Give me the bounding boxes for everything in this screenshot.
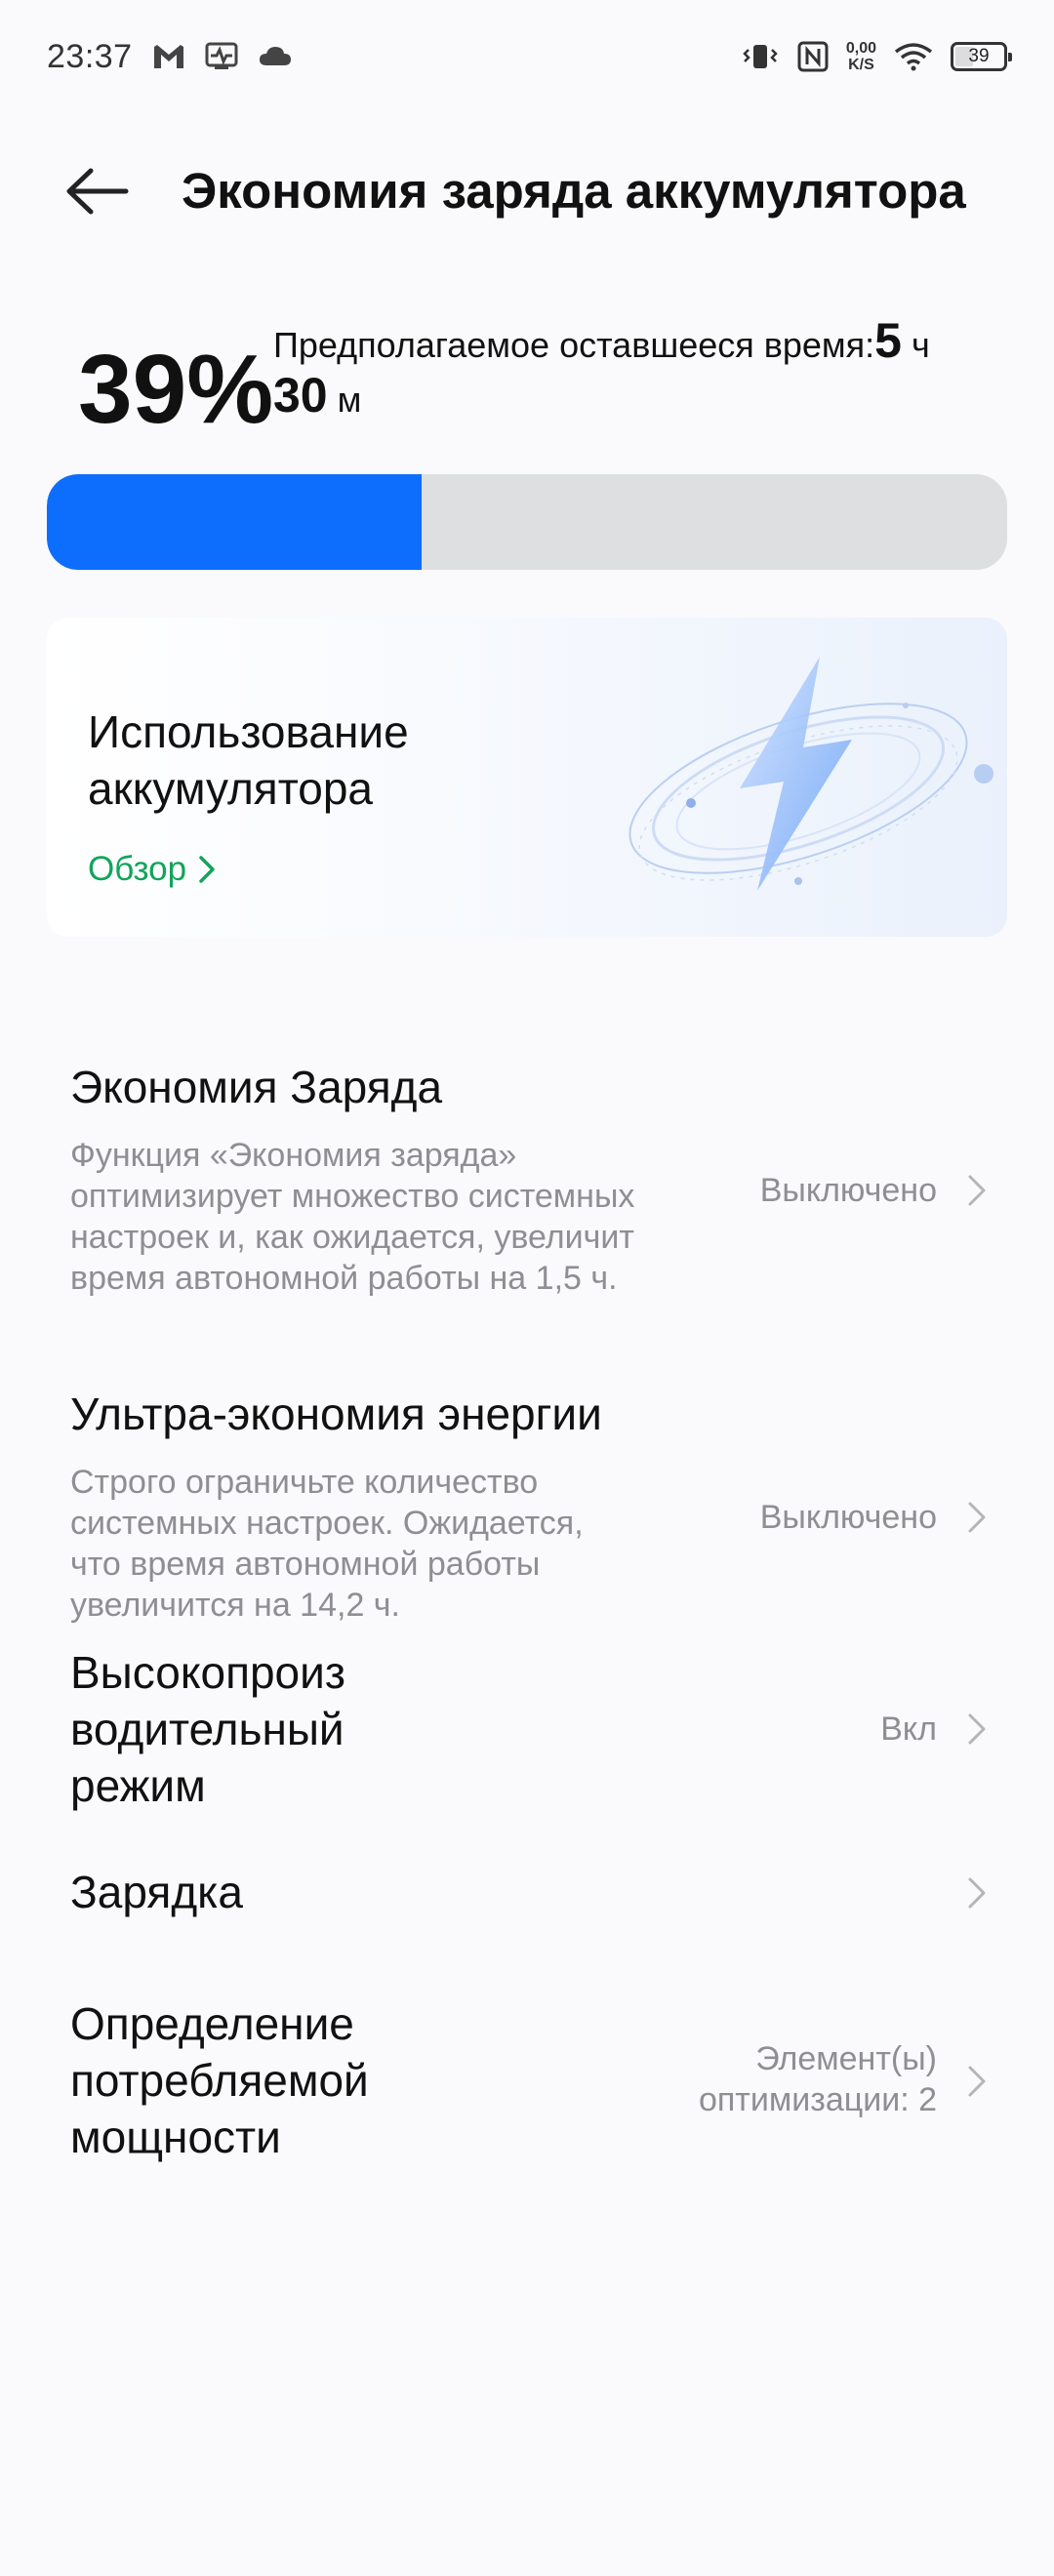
desc-line: настроек и, как ожидается, увеличит [70,1219,634,1256]
chevron-right-icon [964,1498,990,1537]
net-speed: 0,00 K/S [846,40,876,73]
chevron-right-icon [964,1873,990,1912]
lightning-bolt-icon [628,657,993,891]
title-line: режим [70,1760,206,1811]
battery-status-level: 39 [968,46,990,66]
setting-high-performance-mode[interactable]: Высокопроиз водительный режим Вкл [0,1644,1054,1830]
overview-link[interactable]: Обзор [88,850,216,889]
title-line: Определение [70,1998,354,2049]
title-line: потребляемой [70,2055,369,2106]
battery-level-fill [47,474,422,570]
status-bar-right: 0,00 K/S 39 [741,40,1012,73]
overview-link-label: Обзор [88,850,187,888]
value-line: оптимизации: 2 [698,2081,937,2118]
back-button[interactable] [59,160,137,222]
net-speed-value: 0,00 [845,40,876,57]
chevron-right-icon [964,2062,990,2101]
battery-saver-screen: 23:37 0,00 K/S 39 Экономия заряда аккуму… [0,0,1054,2576]
nfc-icon [797,41,829,72]
remaining-time-line1: Предполагаемое оставшееся время:5 ч [273,312,930,374]
chevron-right-icon [964,1710,990,1749]
setting-description: Функция «Экономия заряда» оптимизирует м… [70,1135,634,1299]
remaining-minutes: 30 [273,368,328,423]
status-time: 23:37 [47,37,133,75]
value-line: Элемент(ы) [755,2040,937,2077]
setting-value: Элемент(ы) оптимизации: 2 [699,2038,937,2120]
remaining-hours: 5 [874,313,902,368]
usage-card-title: Использование аккумулятора [88,704,498,817]
desc-line: оптимизирует множество системных [70,1178,635,1215]
desc-line: системных настроек. Ожидается, [70,1505,584,1542]
health-icon [205,42,238,71]
gmail-icon [152,43,185,70]
setting-ultra-power-saving[interactable]: Ультра-экономия энергии Строго ограничьт… [0,1356,1054,1649]
usage-title-line1: Использование [88,706,409,757]
title-line: Высокопроиз [70,1647,345,1698]
remaining-minutes-unit: м [337,380,362,420]
battery-usage-card[interactable]: Использование аккумулятора Обзор [47,618,1007,937]
cloud-icon [258,44,293,69]
setting-description: Строго ограничьте количество системных н… [70,1462,584,1626]
status-bar-left: 23:37 [47,38,293,76]
header: Экономия заряда аккумулятора [0,146,1054,236]
battery-summary: 39% Предполагаемое оставшееся время:5 ч … [78,312,995,449]
remaining-hours-unit: ч [911,325,930,365]
setting-title: Зарядка [70,1867,243,1917]
battery-percent: 39% [78,335,274,444]
setting-title: Экономия Заряда [70,1062,443,1112]
setting-battery-saver[interactable]: Экономия Заряда Функция «Экономия заряда… [0,1029,1054,1322]
chevron-right-icon [964,1171,990,1210]
setting-value: Выключено [759,1499,937,1536]
remaining-time-line2: 30 м [273,367,361,428]
desc-line: время автономной работы на 1,5 ч. [70,1260,618,1297]
desc-line: Строго ограничьте количество [70,1464,539,1501]
title-line: мощности [70,2112,281,2162]
setting-title: Высокопроиз водительный режим [70,1644,345,1814]
setting-charging[interactable]: Зарядка [0,1864,1054,1961]
desc-line: Функция «Экономия заряда» [70,1137,517,1174]
setting-title: Ультра-экономия энергии [70,1389,602,1439]
usage-title-line2: аккумулятора [88,763,374,814]
setting-value: Вкл [880,1711,937,1748]
arrow-left-icon [66,168,129,215]
wifi-icon [894,42,933,71]
remaining-label: Предполагаемое оставшееся время: [273,325,875,365]
net-speed-unit: K/S [848,57,874,73]
desc-line: что время автономной работы [70,1546,541,1583]
title-line: водительный [70,1704,345,1754]
battery-level-bar [47,474,1007,570]
setting-power-consumption-detection[interactable]: Определение потребляемой мощности Элемен… [0,1995,1054,2191]
status-bar: 23:37 0,00 K/S 39 [0,0,1054,113]
setting-title: Определение потребляемой мощности [70,1995,369,2165]
vibrate-icon [741,42,780,71]
page-title: Экономия заряда аккумулятора [182,163,966,219]
desc-line: увеличится на 14,2 ч. [70,1587,400,1624]
setting-value: Выключено [759,1172,937,1209]
chevron-right-icon [199,856,215,883]
battery-status-icon: 39 [951,42,1012,71]
